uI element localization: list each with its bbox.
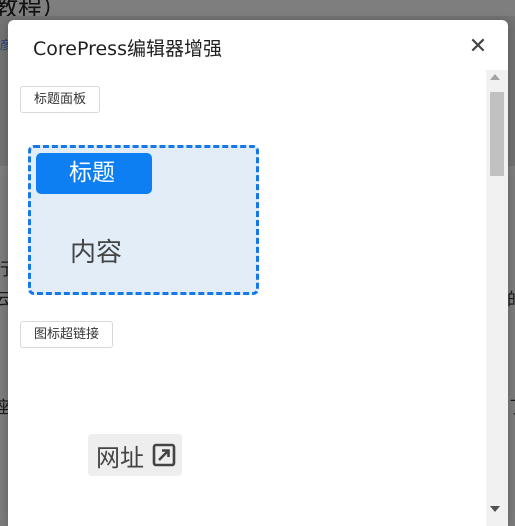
title-panel-button[interactable]: 标题面板 <box>20 86 101 113</box>
icon-link-button[interactable]: 图标超链接 <box>20 321 114 348</box>
background-text-fragment: 了 <box>509 393 515 418</box>
scrollbar[interactable] <box>486 70 508 526</box>
title-panel-preview: 标题 内容 <box>28 145 259 295</box>
scroll-up-arrow-icon[interactable] <box>490 74 500 80</box>
panel-body-text: 内容 <box>70 238 123 268</box>
url-link-label: 网址 <box>96 443 144 472</box>
scroll-down-arrow-icon[interactable] <box>490 506 500 512</box>
dialog-title: CorePress编辑器增强 <box>33 38 222 60</box>
panel-heading: 标题 <box>36 153 152 194</box>
editor-enhance-dialog: CorePress编辑器增强 ✕ 标题面板 标题 内容 图标超链接 网址 <box>8 20 508 526</box>
dialog-content: 标题面板 标题 内容 图标超链接 网址 <box>8 70 486 526</box>
close-icon[interactable]: ✕ <box>466 34 490 60</box>
background-header <box>0 0 515 16</box>
url-link[interactable]: 网址 <box>88 434 182 476</box>
external-link-icon <box>152 443 176 467</box>
background-text-fragment: 的 <box>507 285 515 310</box>
scrollbar-thumb[interactable] <box>490 92 504 176</box>
